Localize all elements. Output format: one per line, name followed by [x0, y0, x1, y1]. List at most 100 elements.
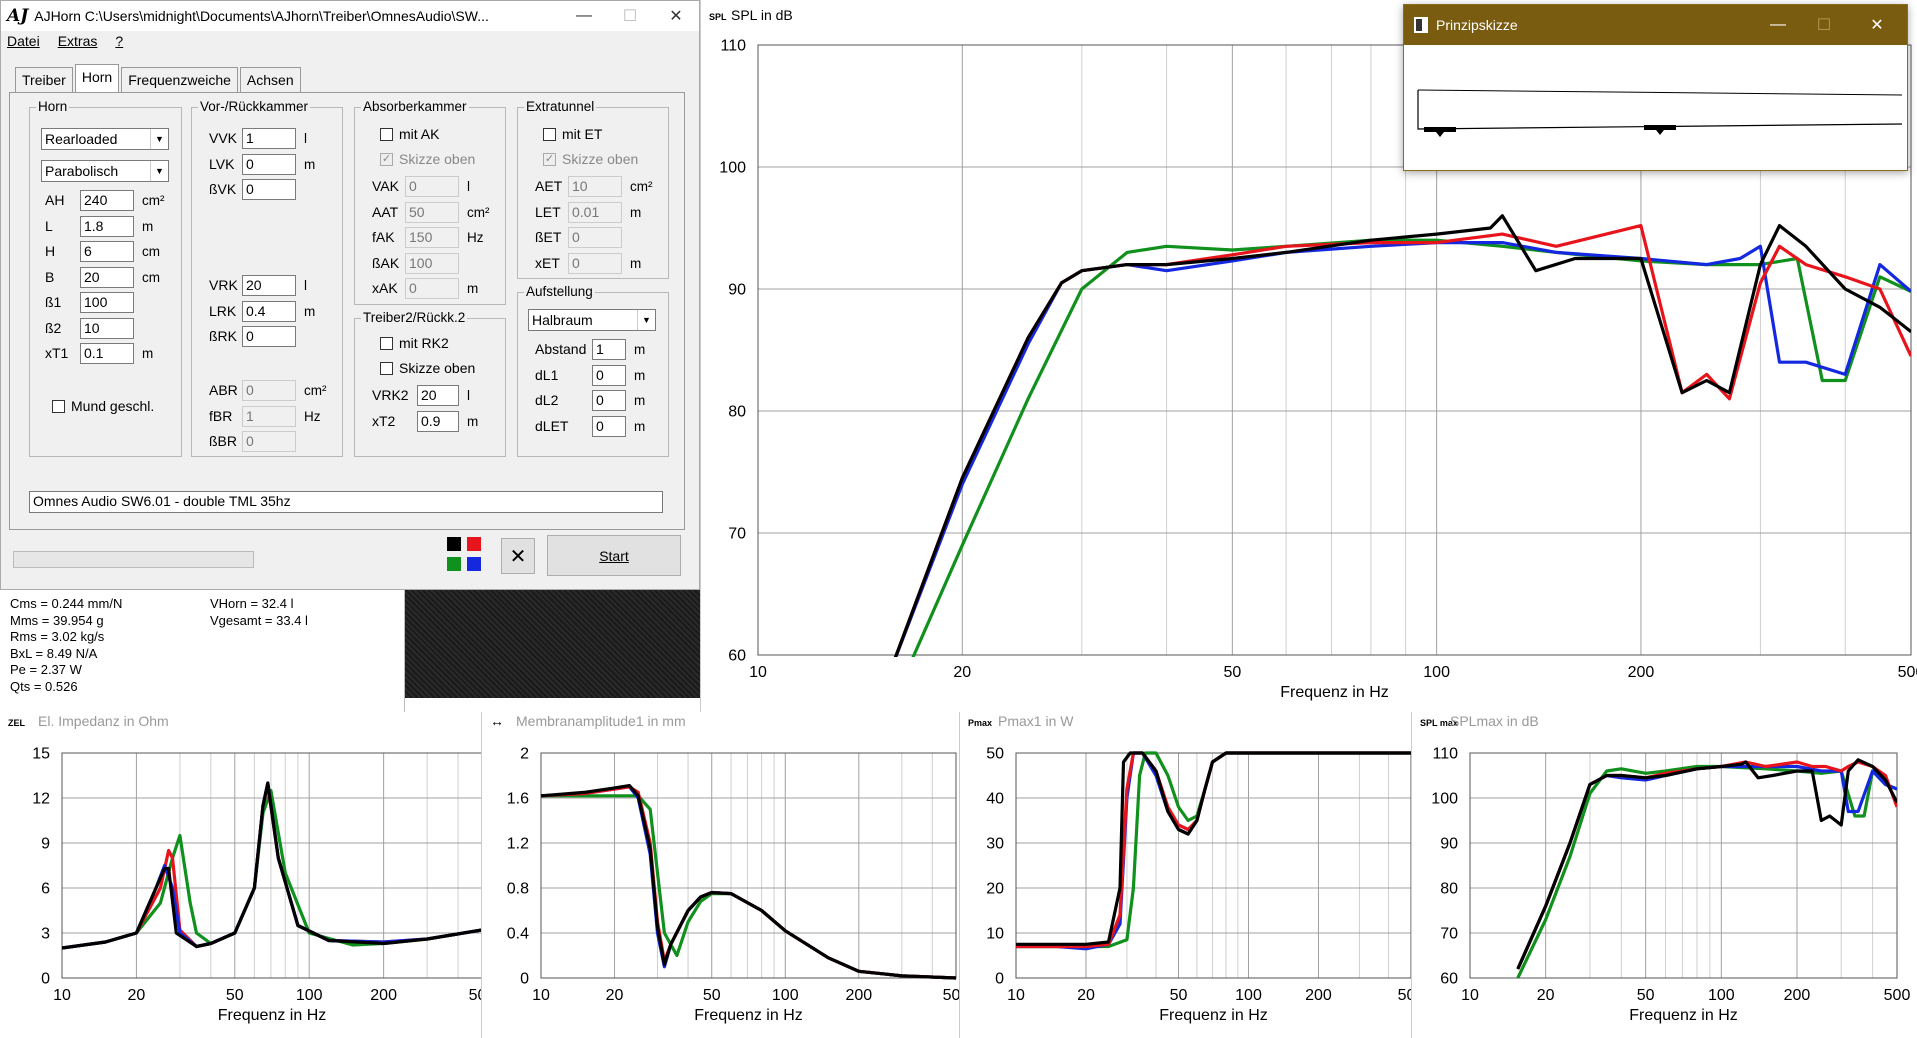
mit-et-checkbox[interactable]: mit ET [543, 126, 602, 142]
field-input-xt1[interactable]: 0.1 [80, 343, 134, 364]
field-input-fak[interactable]: 150 [405, 227, 459, 248]
field-label: H [45, 243, 56, 259]
x-tick-label: 100 [296, 987, 323, 1004]
maximize-button[interactable]: ☐ [607, 6, 653, 26]
ak-skizze-checkbox[interactable]: ✓ Skizze oben [380, 151, 475, 167]
sketch-app-icon [1414, 17, 1428, 33]
close-window-button[interactable]: ✕ [653, 6, 699, 26]
vorkammer-group: Vor-/Rückkammer VVK 1 l LVK 0 m ßVK 0 VRK 20 l LRK 0… [191, 99, 343, 457]
chart-title: SPLmax in dB [1450, 713, 1539, 729]
x-tick-label: 50 [226, 987, 244, 1004]
tab-frequenzweiche[interactable]: Frequenzweiche [121, 67, 238, 95]
field-input-lvk[interactable]: 0 [242, 153, 296, 175]
tab-horn[interactable]: Horn [74, 64, 120, 92]
series-line-black [541, 783, 956, 980]
field-label: ß1 [45, 294, 62, 310]
x-tick-label: 10 [532, 987, 550, 1004]
field-input-l[interactable]: 1.8 [80, 215, 134, 237]
field-input-ßak[interactable]: 100 [405, 252, 459, 274]
field-input-b[interactable]: 20 [80, 266, 134, 288]
field-input-xak[interactable]: 0 [405, 278, 459, 299]
field-input-vak[interactable]: 0 [405, 176, 459, 197]
field-unit: Hz [304, 408, 321, 424]
y-tick-label: 50 [986, 746, 1004, 763]
clear-button[interactable]: ✕ [501, 538, 535, 574]
aufstellung-select[interactable]: Halbraum ▼ [528, 309, 656, 331]
y-tick-label: 15 [32, 746, 50, 763]
tab-achsen[interactable]: Achsen [239, 67, 301, 95]
field-unit: m [304, 156, 316, 172]
field-input-let[interactable]: 0.01 [568, 201, 622, 223]
description-input[interactable]: Omnes Audio SW6.01 - double TML 35hz [29, 491, 663, 513]
ak-skizze-label: Skizze oben [399, 151, 476, 167]
field-input-ßvk[interactable]: 0 [242, 179, 296, 200]
y-tick-label: 3 [41, 926, 50, 943]
minimize-button[interactable]: — [561, 7, 607, 25]
rk2-skizze-label: Skizze oben [399, 360, 476, 376]
y-tick-label: 9 [41, 836, 50, 853]
et-skizze-checkbox[interactable]: ✓ Skizze oben [543, 151, 638, 167]
y-tick-label: 100 [1431, 791, 1458, 808]
field-label: ßAK [372, 254, 400, 271]
field-input-abstand[interactable]: 1 [592, 339, 626, 360]
pmax-chart-window: PmaxPmax1 in W01020304050102050100200500… [960, 712, 1412, 1038]
mit-rk2-checkbox[interactable]: mit RK2 [380, 335, 449, 351]
field-label: VRK [209, 277, 238, 293]
field-input-ßrk[interactable]: 0 [242, 326, 296, 347]
field-unit: l [304, 131, 307, 146]
sketch-title: Prinzipskizze [1436, 17, 1518, 33]
field-input-ah[interactable]: 240 [80, 190, 134, 211]
field-input-vvk[interactable]: 1 [242, 128, 296, 149]
field-unit: cm [142, 269, 160, 285]
field-input-h[interactable]: 6 [80, 241, 134, 262]
horn-type-select[interactable]: Rearloaded ▼ [41, 128, 169, 150]
field-input-vrk[interactable]: 20 [242, 275, 296, 296]
series-line-black [1516, 758, 1897, 970]
mund-closed-checkbox[interactable]: Mund geschl. [52, 398, 154, 414]
field-input-aet[interactable]: 10 [568, 176, 622, 197]
field-input-xt2[interactable]: 0.9 [417, 410, 459, 432]
field-input-fbr[interactable]: 1 [242, 405, 296, 427]
field-unit: cm² [630, 179, 653, 194]
field-input-aat[interactable]: 50 [405, 201, 459, 223]
close-window-button[interactable]: ✕ [1847, 15, 1907, 35]
horn-profile-select[interactable]: Parabolisch ▼ [41, 160, 169, 182]
x-axis-label: Frequenz in Hz [1159, 1007, 1268, 1024]
minimize-button[interactable]: — [1755, 16, 1801, 34]
menu-datei[interactable]: Datei [7, 33, 40, 49]
x-tick-label: 200 [1784, 987, 1811, 1004]
checkbox-box [52, 399, 65, 413]
field-input-abr[interactable]: 0 [242, 380, 296, 401]
menu-help[interactable]: ? [115, 33, 123, 49]
menu-extras[interactable]: Extras [58, 33, 98, 49]
chevron-down-icon: ▼ [150, 129, 168, 149]
field-input-ßet[interactable]: 0 [568, 227, 622, 248]
x-axis-label: Frequenz in Hz [1629, 1007, 1738, 1024]
start-button[interactable]: Start [547, 535, 681, 576]
x-tick-label: 10 [749, 664, 767, 681]
field-unit: l [467, 388, 470, 403]
impedance-chart-window: ZEL El. Impedanz in Ohm 0 3 6 9 12 15 10 20 50 100 2… [0, 712, 482, 1038]
maximize-button[interactable]: ☐ [1801, 15, 1847, 35]
field-input-lrk[interactable]: 0.4 [242, 300, 296, 322]
field-unit: m [630, 255, 642, 271]
field-input-dl1[interactable]: 0 [592, 364, 626, 386]
field-label: ABR [209, 382, 238, 398]
series-line-green [1016, 751, 1411, 949]
field-input-dlet[interactable]: 0 [592, 415, 626, 437]
field-input-ß2[interactable]: 10 [80, 317, 134, 339]
tab-treiber[interactable]: Treiber [15, 67, 73, 95]
field-label: AAT [372, 203, 399, 220]
field-unit: m [142, 218, 154, 234]
x-axis-label: Frequenz in Hz [1280, 684, 1389, 701]
field-input-vrk2[interactable]: 20 [417, 385, 459, 406]
y-tick-label: 0 [41, 971, 50, 988]
mit-ak-checkbox[interactable]: mit AK [380, 126, 439, 142]
field-label: VRK2 [372, 387, 409, 403]
rk2-skizze-checkbox[interactable]: Skizze oben [380, 360, 475, 376]
field-input-xet[interactable]: 0 [568, 252, 622, 274]
field-input-dl2[interactable]: 0 [592, 390, 626, 411]
field-input-ß1[interactable]: 100 [80, 292, 134, 313]
driver-param: Mms = 39.954 g [10, 612, 104, 628]
field-input-ßbr[interactable]: 0 [242, 431, 296, 452]
